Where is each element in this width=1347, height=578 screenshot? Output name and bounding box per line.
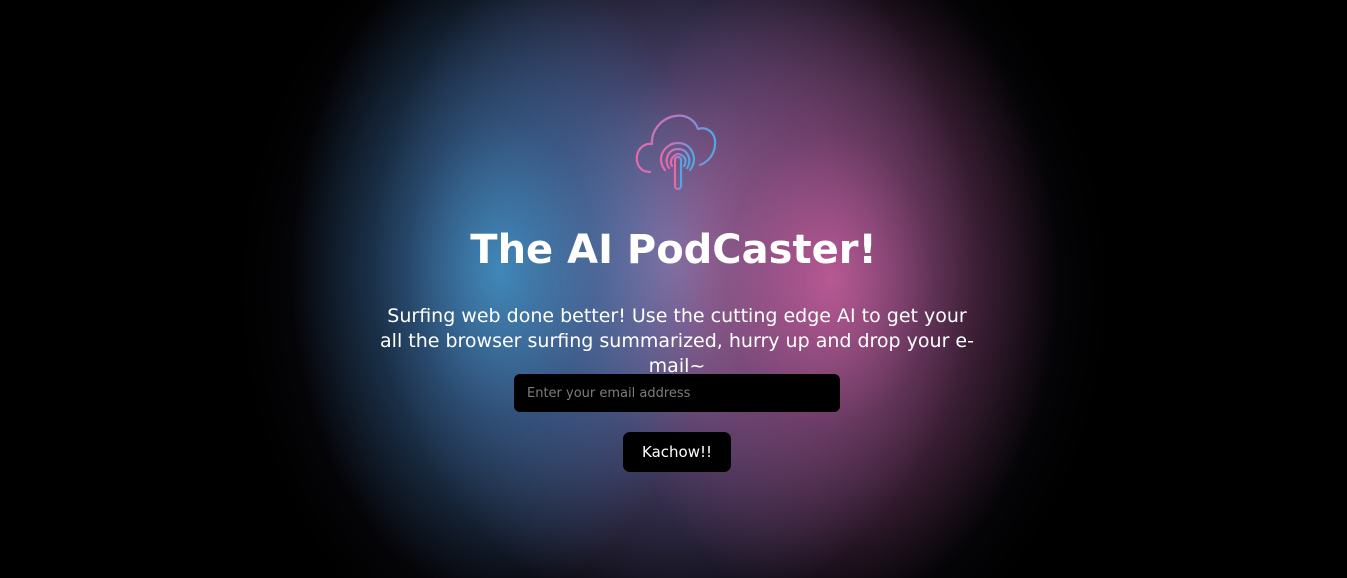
background-glow [0, 0, 1347, 578]
submit-button[interactable]: Kachow!! [623, 432, 731, 472]
cloud-podcast-icon [635, 114, 717, 191]
hero-subtitle: Surfing web done better! Use the cutting… [380, 305, 974, 377]
email-input[interactable] [514, 374, 840, 412]
landing-page: The AI PodCaster! Surfing web done bette… [0, 0, 1347, 578]
page-title: The AI PodCaster! [470, 227, 877, 273]
